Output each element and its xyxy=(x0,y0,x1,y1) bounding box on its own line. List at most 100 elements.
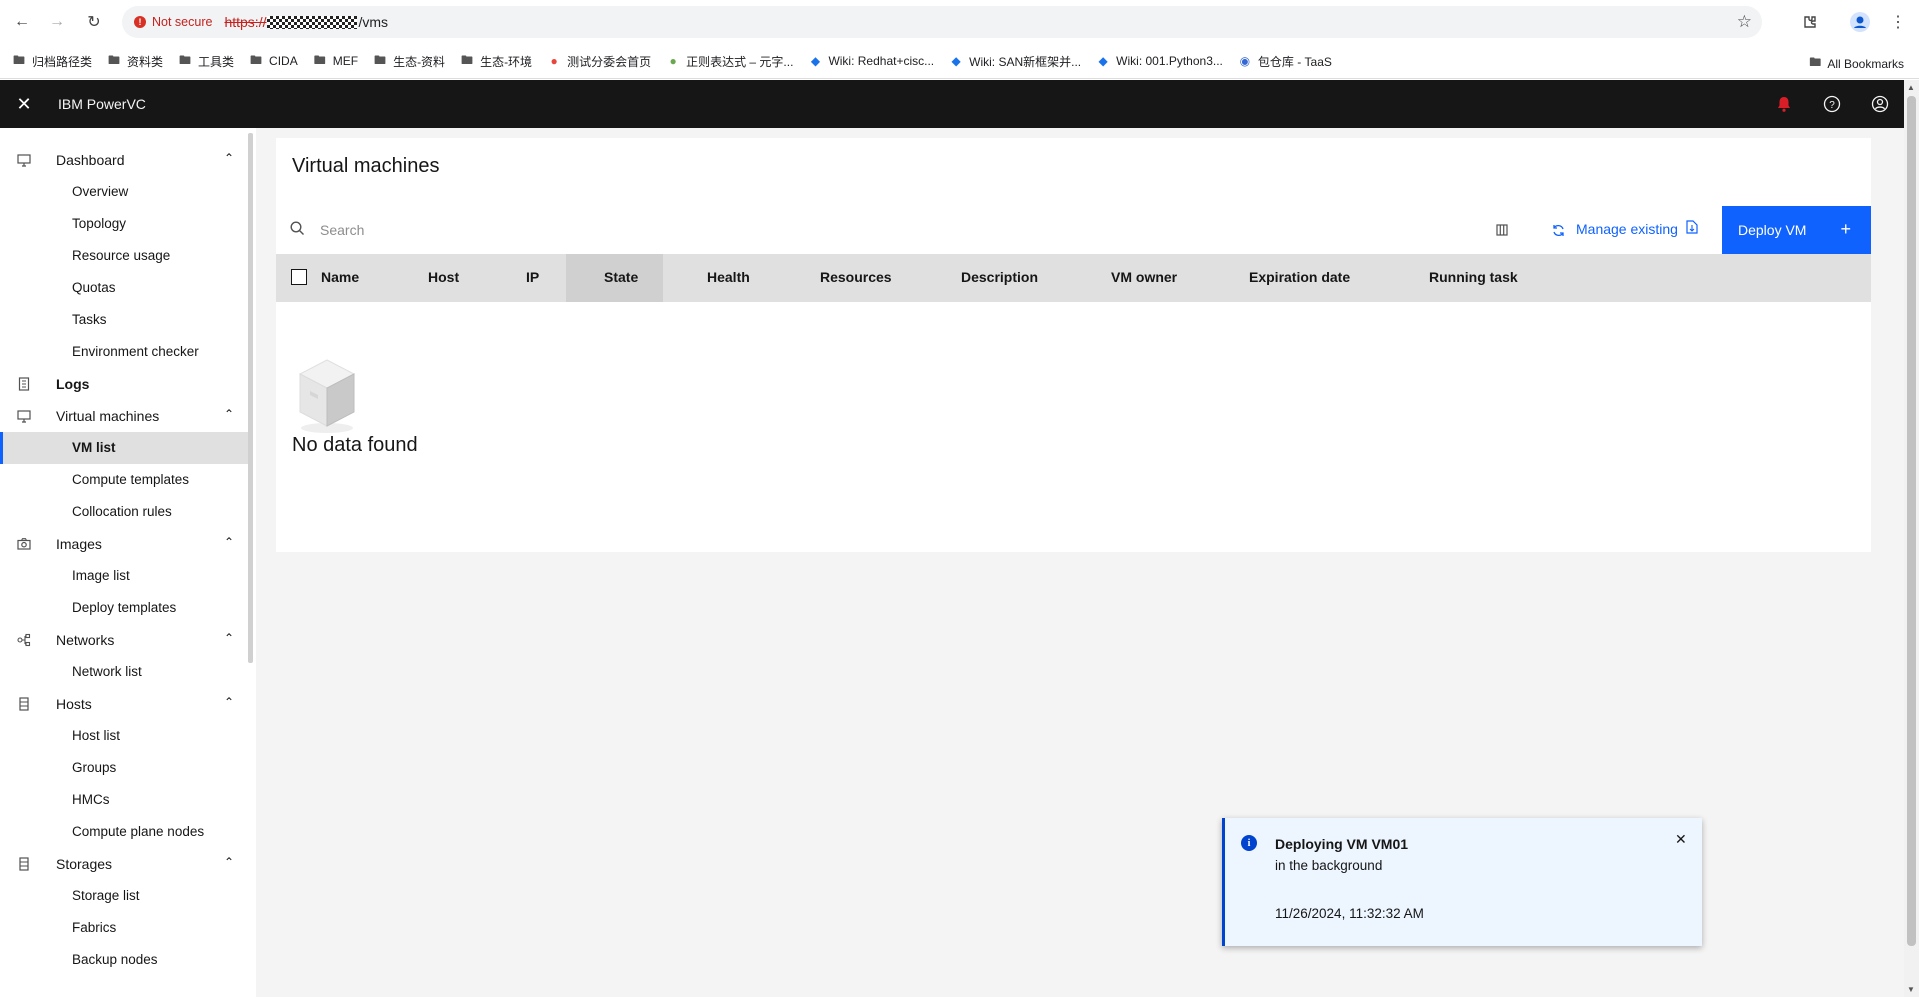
scrollbar-thumb[interactable] xyxy=(1907,96,1916,946)
chevron-up-icon[interactable]: ⌃ xyxy=(224,855,234,869)
nav-item-image-list[interactable]: Image list xyxy=(0,560,256,592)
column-header-ip[interactable]: IP xyxy=(526,269,539,285)
nav-item-compute-templates[interactable]: Compute templates xyxy=(0,464,256,496)
all-bookmarks[interactable]: 🖿 All Bookmarks xyxy=(1809,53,1904,74)
url-path: /vms xyxy=(358,14,389,30)
column-header-state[interactable]: State xyxy=(604,269,638,285)
nav-item-tasks[interactable]: Tasks xyxy=(0,304,256,336)
nav-item-compute-plane-nodes[interactable]: Compute plane nodes xyxy=(0,816,256,848)
site-icon: ● xyxy=(550,54,558,68)
notification-bell-icon[interactable] xyxy=(1760,80,1808,128)
scroll-down-icon[interactable]: ▼ xyxy=(1907,985,1915,994)
nav-group-storages[interactable]: Storages ⌃ xyxy=(0,848,256,880)
scroll-up-icon[interactable]: ▲ xyxy=(1907,83,1915,92)
chevron-up-icon[interactable]: ⌃ xyxy=(224,695,234,709)
sidebar-scrollbar[interactable] xyxy=(248,133,253,663)
table-toolbar: Manage existing Deploy VM + xyxy=(276,206,1871,254)
wiki-icon: ◆ xyxy=(810,54,821,68)
column-header-expiration-date[interactable]: Expiration date xyxy=(1249,269,1350,285)
column-header-running-task[interactable]: Running task xyxy=(1429,269,1518,285)
table-header: Name Host IP State Health Resources Desc… xyxy=(276,254,1871,302)
folder-icon: 🖿 xyxy=(108,52,121,67)
folder-icon: 🖿 xyxy=(179,52,192,67)
close-menu-icon[interactable]: ✕ xyxy=(0,80,48,128)
column-header-health[interactable]: Health xyxy=(707,269,750,285)
refresh-icon[interactable] xyxy=(1546,218,1570,242)
storage-icon xyxy=(16,856,32,872)
column-header-description[interactable]: Description xyxy=(961,269,1038,285)
chevron-up-icon[interactable]: ⌃ xyxy=(224,407,234,421)
chevron-up-icon[interactable]: ⌃ xyxy=(224,535,234,549)
nav-item-host-list[interactable]: Host list xyxy=(0,720,256,752)
redacted-host xyxy=(267,15,358,29)
wiki-icon: ◆ xyxy=(1098,54,1108,68)
nav-item-fabrics[interactable]: Fabrics xyxy=(0,912,256,944)
bookmark-item[interactable]: ◉ 包仓库 - TaaS xyxy=(1238,53,1332,70)
chevron-up-icon[interactable]: ⌃ xyxy=(224,151,234,165)
column-settings-icon[interactable] xyxy=(1490,218,1514,242)
nav-group-networks[interactable]: Networks ⌃ xyxy=(0,624,256,656)
search-input[interactable] xyxy=(320,218,820,242)
search-icon xyxy=(290,221,305,240)
server-icon xyxy=(16,696,32,712)
user-profile-icon[interactable] xyxy=(1856,80,1904,128)
bookmark-item[interactable]: 🖿 MEF xyxy=(313,51,358,72)
extensions-icon[interactable] xyxy=(1798,10,1822,34)
bookmark-item[interactable]: ◆ Wiki: SAN新框架并... xyxy=(949,53,1082,70)
network-icon xyxy=(16,632,32,648)
nav-item-resource-usage[interactable]: Resource usage xyxy=(0,240,256,272)
nav-item-quotas[interactable]: Quotas xyxy=(0,272,256,304)
url-scheme: https:// xyxy=(224,14,267,30)
bookmark-star-icon[interactable]: ☆ xyxy=(1737,12,1752,32)
bookmark-item[interactable]: ● 测试分委会首页 xyxy=(547,53,651,70)
nav-item-backup-nodes[interactable]: Backup nodes xyxy=(0,944,256,976)
bookmark-item[interactable]: ◆ Wiki: 001.Python3... xyxy=(1096,54,1223,68)
reload-icon[interactable]: ↻ xyxy=(82,10,106,34)
vm-list-card: Virtual machines Manage existing Deploy … xyxy=(276,138,1871,552)
document-import-icon xyxy=(1686,220,1698,237)
nav-item-hmcs[interactable]: HMCs xyxy=(0,784,256,816)
back-arrow-icon[interactable]: ← xyxy=(10,10,34,34)
help-icon[interactable]: ? xyxy=(1808,80,1856,128)
nav-group-logs[interactable]: Logs xyxy=(0,368,256,400)
bookmark-item[interactable]: 🖿 生态-环境 xyxy=(460,51,532,72)
deploy-vm-button[interactable]: Deploy VM + xyxy=(1722,206,1871,254)
nav-item-vm-list[interactable]: VM list xyxy=(0,432,253,464)
nav-item-overview[interactable]: Overview xyxy=(0,176,256,208)
column-header-host[interactable]: Host xyxy=(428,269,459,285)
forward-arrow-icon[interactable]: → xyxy=(45,10,69,34)
column-header-vm-owner[interactable]: VM owner xyxy=(1111,269,1177,285)
nav-group-virtual-machines[interactable]: Virtual machines ⌃ xyxy=(0,400,256,432)
column-header-resources[interactable]: Resources xyxy=(820,269,892,285)
nav-group-dashboard[interactable]: Dashboard ⌃ xyxy=(0,144,256,176)
bookmark-item[interactable]: 🖿 资料类 xyxy=(107,51,163,72)
nav-item-environment-checker[interactable]: Environment checker xyxy=(0,336,256,368)
address-bar[interactable]: ! Not secure https:// /vms ☆ xyxy=(122,6,1762,38)
folder-icon: 🖿 xyxy=(250,52,263,67)
chevron-up-icon[interactable]: ⌃ xyxy=(224,631,234,645)
bookmark-item[interactable]: 🖿 工具类 xyxy=(178,51,234,72)
close-icon[interactable]: ✕ xyxy=(1675,831,1687,848)
page-scrollbar[interactable]: ▲ ▼ xyxy=(1904,80,1919,997)
column-header-name[interactable]: Name xyxy=(321,269,359,285)
nav-item-deploy-templates[interactable]: Deploy templates xyxy=(0,592,256,624)
bookmark-item[interactable]: 🖿 CIDA xyxy=(249,51,298,72)
nav-group-hosts[interactable]: Hosts ⌃ xyxy=(0,688,256,720)
nav-item-groups[interactable]: Groups xyxy=(0,752,256,784)
nav-item-storage-list[interactable]: Storage list xyxy=(0,880,256,912)
toast-subtitle: in the background xyxy=(1275,858,1383,873)
manage-existing-button[interactable]: Manage existing xyxy=(1576,220,1698,237)
nav-group-images[interactable]: Images ⌃ xyxy=(0,528,256,560)
bookmark-item[interactable]: ● 正则表达式 – 元字... xyxy=(666,53,793,70)
monitor-icon xyxy=(16,408,32,424)
nav-item-topology[interactable]: Topology xyxy=(0,208,256,240)
bookmark-item[interactable]: 🖿 归档路径类 xyxy=(12,51,92,72)
browser-menu-icon[interactable]: ⋮ xyxy=(1886,10,1910,34)
select-all-checkbox[interactable] xyxy=(291,269,307,285)
bookmark-item[interactable]: ◆ Wiki: Redhat+cisc... xyxy=(808,54,934,68)
bookmark-item[interactable]: 🖿 生态-资料 xyxy=(373,51,445,72)
nav-item-collocation-rules[interactable]: Collocation rules xyxy=(0,496,256,528)
not-secure-badge[interactable]: ! Not secure xyxy=(134,15,212,29)
profile-avatar-icon[interactable] xyxy=(1848,10,1872,34)
nav-item-network-list[interactable]: Network list xyxy=(0,656,256,688)
